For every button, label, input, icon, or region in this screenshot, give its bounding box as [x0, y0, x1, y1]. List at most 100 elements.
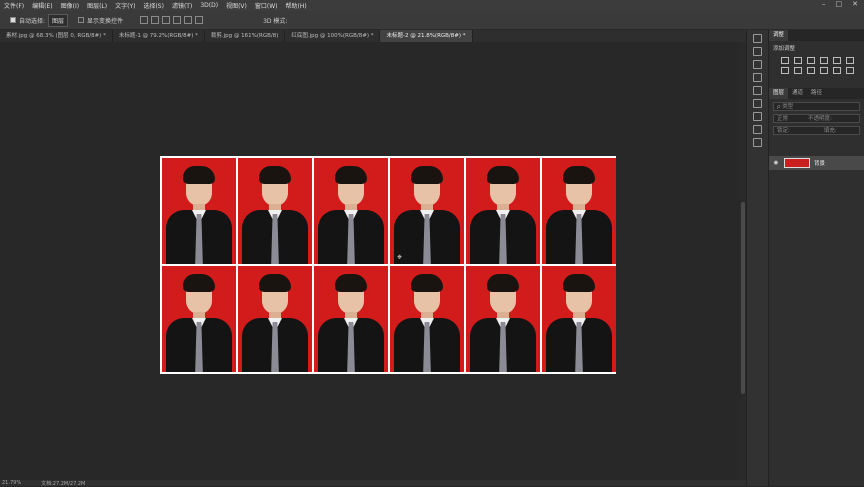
- tab-channels[interactable]: 通道: [788, 88, 807, 99]
- exposure-icon[interactable]: [820, 57, 828, 64]
- fill-label: 填充:: [823, 128, 837, 134]
- tab-doc-2[interactable]: 未标题-1 @ 79.2%(RGB/8#) *: [113, 30, 205, 42]
- menu-image[interactable]: 图像(I): [57, 1, 83, 10]
- play-icon[interactable]: [753, 47, 762, 56]
- tab-layers[interactable]: 图层: [769, 88, 789, 99]
- tab-doc-5[interactable]: 未标题-2 @ 21.8%(RGB/8#) *: [380, 30, 473, 42]
- show-transform-label: 显示变换控件: [87, 17, 124, 25]
- photo-hair: [563, 274, 595, 292]
- adjustment-icons: [769, 55, 864, 76]
- info-icon[interactable]: [753, 60, 762, 69]
- menu-help[interactable]: 帮助(H): [282, 1, 311, 10]
- tab-doc-4[interactable]: 红底图.jpg @ 100%(RGB/8#) *: [285, 30, 381, 42]
- menu-select[interactable]: 选择(S): [139, 1, 168, 10]
- document-tabs: 素材.jpg @ 68.3% (图层 0, RGB/8#) * 未标题-1 @ …: [0, 30, 746, 42]
- photo-hair: [411, 166, 443, 184]
- layer-thumbnail: [784, 158, 810, 168]
- menu-window[interactable]: 窗口(W): [251, 1, 282, 10]
- id-photo: [162, 266, 236, 372]
- scroll-thumb[interactable]: [741, 202, 745, 394]
- tab-doc-1[interactable]: 素材.jpg @ 68.3% (图层 0, RGB/8#) *: [0, 30, 113, 42]
- menu-3d[interactable]: 3D(D): [196, 2, 222, 9]
- show-transform-checkbox[interactable]: [78, 17, 85, 23]
- photo-filter-icon[interactable]: [807, 67, 815, 74]
- photo-hair: [183, 274, 215, 292]
- blend-mode-value: 正常: [777, 116, 789, 122]
- layer-name: 背景: [814, 161, 826, 167]
- menu-layer[interactable]: 图层(L): [83, 1, 111, 10]
- brush-icon[interactable]: [753, 73, 762, 82]
- align-top-icon[interactable]: [140, 16, 149, 24]
- mixer-icon[interactable]: [820, 67, 828, 74]
- photo-hair: [183, 166, 215, 184]
- lock-label: 锁定:: [777, 128, 790, 134]
- id-photo: [542, 158, 616, 264]
- curves-icon[interactable]: [807, 57, 815, 64]
- menu-filter[interactable]: 滤镜(T): [168, 1, 196, 10]
- auto-select-checkbox[interactable]: [10, 17, 16, 23]
- align-left-icon[interactable]: [173, 16, 182, 24]
- bw-icon[interactable]: [794, 67, 802, 74]
- id-photo: [238, 266, 312, 372]
- tab-doc-3[interactable]: 裁剪.jpg @ 161%(RGB/8): [205, 30, 286, 42]
- photo-hair: [259, 166, 291, 184]
- align-right-icon[interactable]: [195, 16, 204, 24]
- cursor-icon: ⌖: [397, 253, 403, 263]
- document-canvas[interactable]: [160, 156, 616, 374]
- align-middle-icon[interactable]: [151, 16, 160, 24]
- invert-icon[interactable]: [846, 67, 854, 74]
- history-icon[interactable]: [753, 34, 762, 43]
- minimize-icon[interactable]: –: [822, 0, 826, 8]
- id-photo: [390, 266, 464, 372]
- lookup-icon[interactable]: [833, 67, 841, 74]
- menu-bar: 文件(F) 编辑(E) 图像(I) 图层(L) 文字(Y) 选择(S) 滤镜(T…: [0, 0, 864, 11]
- swap-icon[interactable]: [753, 86, 762, 95]
- id-photo: [314, 158, 388, 264]
- auto-select-label: 自动选择:: [19, 17, 46, 25]
- vibrance-icon[interactable]: [833, 57, 841, 64]
- status-bar: 21.79% 文档:27.2M/27.2M: [0, 480, 746, 487]
- library-icon[interactable]: [753, 125, 762, 134]
- align-center-icon[interactable]: [184, 16, 193, 24]
- photo-hair: [487, 166, 519, 184]
- right-panels: 调整 添加调整 图层 通道 路径 ρ 类型 正常 不透明度: 锁定: 填充: ◉ 背…: [768, 30, 864, 486]
- options-bar: 自动选择: 图层 显示变换控件 3D 模式:: [0, 11, 864, 30]
- photo-hair: [259, 274, 291, 292]
- id-photo: [238, 158, 312, 264]
- lock-row: 锁定: 填充:: [773, 126, 860, 135]
- menu-view[interactable]: 视图(V): [222, 1, 251, 10]
- auto-select-dropdown[interactable]: 图层: [48, 13, 69, 27]
- layer-background[interactable]: ◉ 背景: [769, 156, 864, 170]
- blend-mode-select[interactable]: 正常 不透明度:: [773, 114, 860, 123]
- color-balance-icon[interactable]: [781, 67, 789, 74]
- photo-hair: [335, 274, 367, 292]
- menu-type[interactable]: 文字(Y): [111, 1, 139, 10]
- character-icon[interactable]: [753, 99, 762, 108]
- tab-adjustments[interactable]: 调整: [769, 30, 789, 41]
- layer-kind-filter[interactable]: ρ 类型: [773, 102, 860, 111]
- brightness-icon[interactable]: [781, 57, 789, 64]
- id-photo: [314, 266, 388, 372]
- levels-icon[interactable]: [794, 57, 802, 64]
- maximize-icon[interactable]: □: [836, 0, 843, 8]
- photo-hair: [411, 274, 443, 292]
- menu-file[interactable]: 文件(F): [0, 1, 28, 10]
- add-adjustment-label: 添加调整: [773, 46, 796, 52]
- id-photo: [466, 158, 540, 264]
- photo-hair: [487, 274, 519, 292]
- hue-icon[interactable]: [846, 57, 854, 64]
- photo-hair: [335, 166, 367, 184]
- photo-hair: [563, 166, 595, 184]
- close-icon[interactable]: ✕: [852, 0, 858, 8]
- mode-3d-label: 3D 模式:: [263, 17, 288, 25]
- opacity-label: 不透明度:: [808, 116, 832, 122]
- properties-icon[interactable]: [753, 138, 762, 147]
- zoom-level[interactable]: 21.79%: [2, 480, 21, 486]
- visibility-eye-icon[interactable]: ◉: [772, 160, 780, 166]
- paragraph-icon[interactable]: [753, 112, 762, 121]
- id-photo: [390, 158, 464, 264]
- panel-icon-strip: [746, 30, 768, 486]
- tab-paths[interactable]: 路径: [807, 88, 826, 99]
- menu-edit[interactable]: 编辑(E): [28, 1, 56, 10]
- align-bottom-icon[interactable]: [162, 16, 171, 24]
